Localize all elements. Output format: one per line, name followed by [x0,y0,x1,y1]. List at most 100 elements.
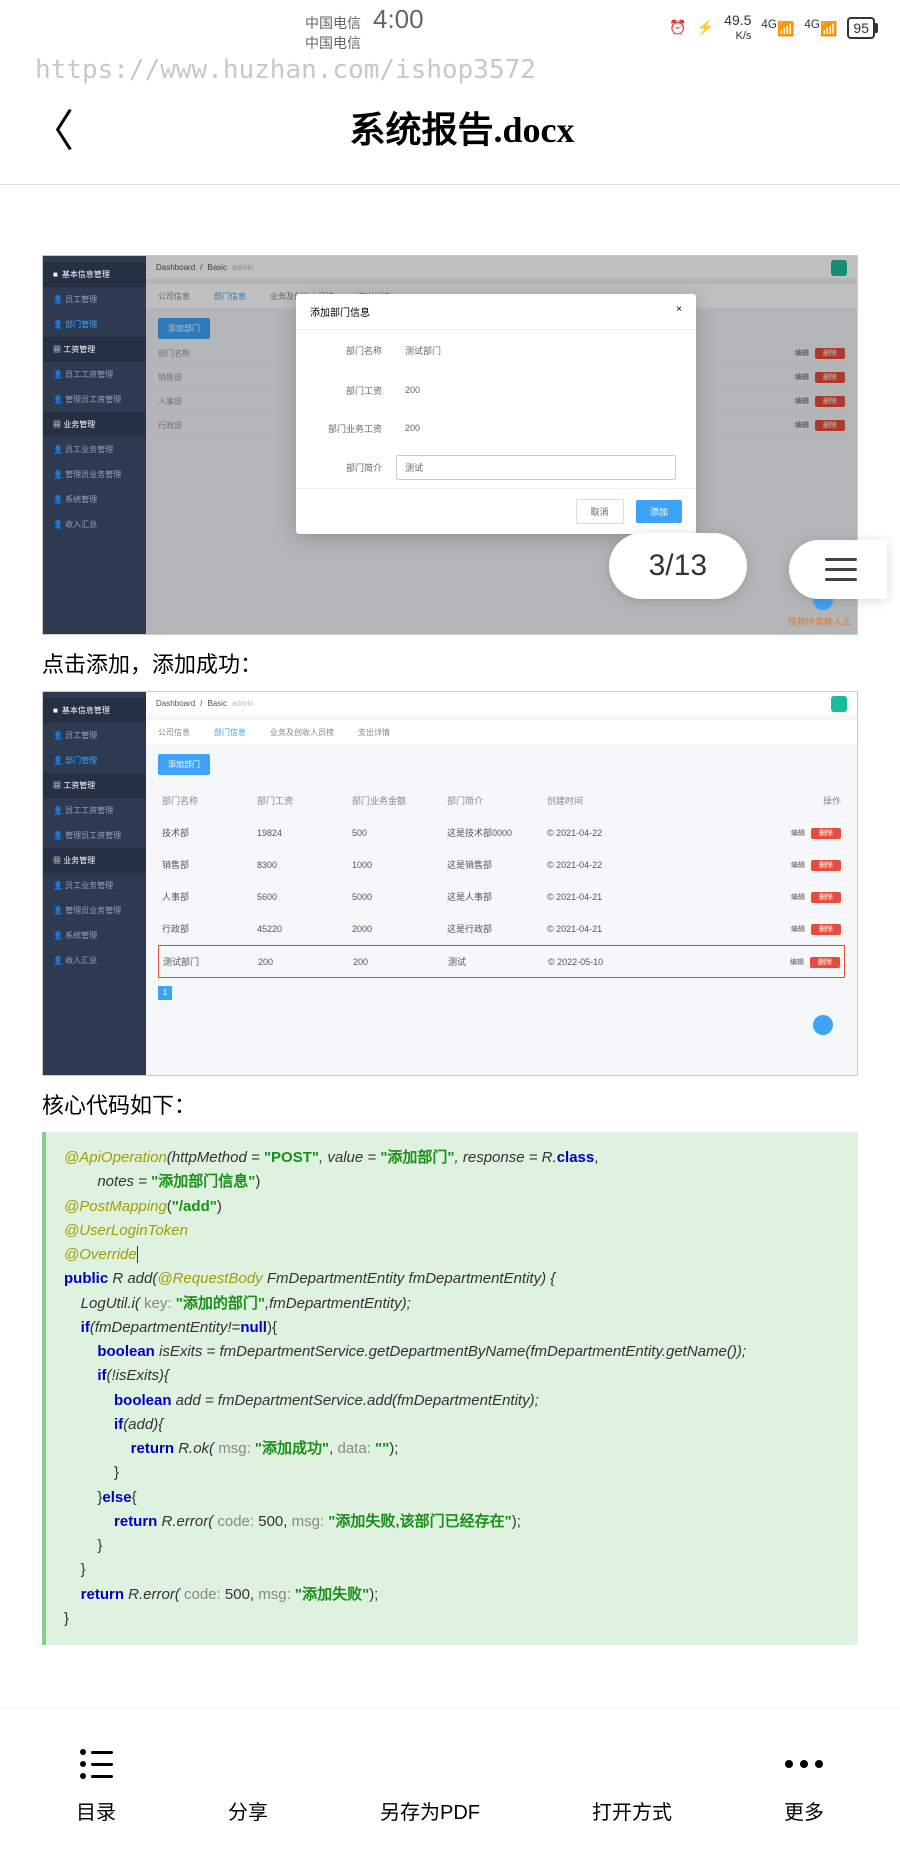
delete-button[interactable]: 删除 [811,892,841,903]
sidebar-item[interactable]: 👤 管理员业务管理 [43,898,146,923]
tab-expense[interactable]: 支出详情 [358,727,390,738]
form-label: 部门业务工资 [316,422,396,435]
tab-company[interactable]: 公司信息 [158,727,190,738]
embedded-screenshot-2: ■ 基本信息管理 👤 员工管理👤 部门管理▦ 工资管理👤 员工工资管理👤 管理员… [42,691,858,1076]
sidebar-item[interactable]: ▦ 业务管理 [43,412,146,437]
net-speed-unit: K/s [736,30,752,42]
save-pdf-button[interactable]: 人 另存为PDF [380,1742,480,1825]
sidebar-item[interactable]: ▦ 工资管理 [43,773,146,798]
sidebar-item[interactable]: 👤 员工工资管理 [43,362,146,387]
page-1[interactable]: 1 [158,986,172,1000]
sidebar-title: ■ 基本信息管理 [43,698,146,723]
side-menu-button[interactable] [789,540,887,599]
form-row: 部门名称测试部门 [296,330,696,371]
form-label: 部门简介 [316,461,396,474]
bluetooth-icon: ⚡ [697,19,714,36]
delete-button[interactable]: 删除 [810,957,840,968]
cancel-button[interactable]: 取消 [576,499,624,524]
form-input[interactable]: 200 [396,417,676,439]
paragraph-1: 点击添加，添加成功： [42,647,858,679]
department-table: 部门名称部门工资部门业务金额部门简介创建时间操作 技术部19824500这是技术… [158,785,845,978]
form-row: 部门简介测试 [296,447,696,488]
form-label: 部门名称 [316,344,396,357]
edit-button[interactable]: 编辑 [791,926,805,933]
sidebar-item[interactable]: 👤 收入汇总 [43,512,146,537]
watermark-url: https://www.huzhan.com/ishop3572 [0,55,900,85]
sidebar-item[interactable]: ▦ 业务管理 [43,848,146,873]
back-button[interactable]: 〈 [30,95,74,159]
table-row: 行政部452202000这是行政部© 2021-04-21编辑删除 [158,913,845,945]
more-button[interactable]: 更多 [784,1742,824,1825]
list-icon [80,1742,113,1786]
modal-title: 添加部门信息 [310,304,370,319]
edit-button[interactable]: 编辑 [790,959,804,966]
document-title: 系统报告.docx [94,101,830,153]
profile-button[interactable] [831,696,847,712]
table-row: 技术部19824500这是技术部0000© 2021-04-22编辑删除 [158,817,845,849]
bottom-toolbar: 目录 分享 人 另存为PDF 打开方式 更多 [0,1708,900,1858]
form-input[interactable]: 200 [396,379,676,401]
share-button[interactable]: 分享 [228,1742,268,1825]
sidebar-item[interactable]: 👤 员工管理 [43,287,146,312]
submit-button[interactable]: 添加 [636,500,682,523]
signal-1: 4G📶 [761,18,794,38]
tabs: 公司信息 部门信息 业务及创收人员榜 支出详情 [146,720,857,744]
form-input[interactable]: 测试部门 [396,338,676,363]
code-block: @ApiOperation(httpMethod = "POST", value… [42,1132,858,1645]
form-input[interactable]: 测试 [396,455,676,480]
form-row: 部门业务工资200 [296,409,696,447]
app-sidebar: ■ 基本信息管理 👤 员工管理👤 部门管理▦ 工资管理👤 员工工资管理👤 管理员… [43,692,146,1075]
app-topbar: Dashboard / Basic admin [146,692,857,714]
table-row: 销售部83001000这是销售部© 2021-04-22编辑删除 [158,849,845,881]
paragraph-2: 核心代码如下： [42,1088,858,1120]
floating-action-button[interactable] [813,1015,833,1035]
sidebar-item[interactable]: 👤 部门管理 [43,748,146,773]
edit-button[interactable]: 编辑 [791,894,805,901]
sidebar-item[interactable]: 👤 管理员业务管理 [43,462,146,487]
delete-button[interactable]: 删除 [811,860,841,871]
sidebar-item[interactable]: 👤 管理员工资管理 [43,823,146,848]
sidebar-item[interactable]: 👤 员工工资管理 [43,798,146,823]
title-bar: 〈 系统报告.docx [0,85,900,184]
battery-icon: 95 [847,17,875,39]
embedded-screenshot-1: ■ 基本信息管理 👤 员工管理👤 部门管理▦ 工资管理👤 员工工资管理👤 管理员… [42,255,858,635]
edit-button[interactable]: 编辑 [791,830,805,837]
sidebar-item[interactable]: ▦ 工资管理 [43,337,146,362]
table-row: 测试部门200200测试© 2022-05-10编辑删除 [158,945,845,978]
sidebar-item[interactable]: 👤 管理员工资管理 [43,387,146,412]
tab-department[interactable]: 部门信息 [214,727,246,738]
alarm-icon: ⏰ [669,19,686,36]
table-row: 人事部56005000这是人事部© 2021-04-21编辑删除 [158,881,845,913]
sidebar-item[interactable]: 👤 部门管理 [43,312,146,337]
close-icon[interactable]: × [676,304,682,319]
sidebar-item[interactable]: 👤 员工业务管理 [43,437,146,462]
net-speed: 49.5 [724,12,751,28]
edit-button[interactable]: 编辑 [791,862,805,869]
sidebar-item[interactable]: 👤 系统管理 [43,923,146,948]
sidebar-item[interactable]: 👤 员工管理 [43,723,146,748]
delete-button[interactable]: 删除 [811,828,841,839]
hamburger-icon [825,558,857,581]
toc-button[interactable]: 目录 [76,1742,116,1825]
sidebar-item[interactable]: 👤 收入汇总 [43,948,146,973]
add-department-modal: 添加部门信息× 部门名称测试部门部门工资200部门业务工资200部门简介测试 取… [296,294,696,534]
clock-time: 4:00 [373,4,424,34]
sidebar-item[interactable]: 👤 员工业务管理 [43,873,146,898]
sidebar-item[interactable]: 👤 系统管理 [43,487,146,512]
open-with-button[interactable]: 打开方式 [592,1742,672,1825]
carrier-2: 中国电信 [305,35,669,52]
sidebar-title: ■ 基本信息管理 [43,262,146,287]
ime-badge: 搜狗拼音输入法 [788,615,851,628]
tab-business[interactable]: 业务及创收人员榜 [270,727,334,738]
add-department-button[interactable]: 添加部门 [158,754,210,775]
status-bar: 中国电信4:00 中国电信 ⏰ ⚡ 49.5K/s 4G📶 4G📶 95 [0,0,900,55]
form-row: 部门工资200 [296,371,696,409]
signal-2: 4G📶 [804,18,837,38]
form-label: 部门工资 [316,384,396,397]
page-indicator: 3/13 [609,533,747,599]
delete-button[interactable]: 删除 [811,924,841,935]
divider [0,184,900,185]
carrier-1: 中国电信 [305,15,361,31]
app-sidebar: ■ 基本信息管理 👤 员工管理👤 部门管理▦ 工资管理👤 员工工资管理👤 管理员… [43,256,146,634]
more-icon [785,1742,823,1786]
